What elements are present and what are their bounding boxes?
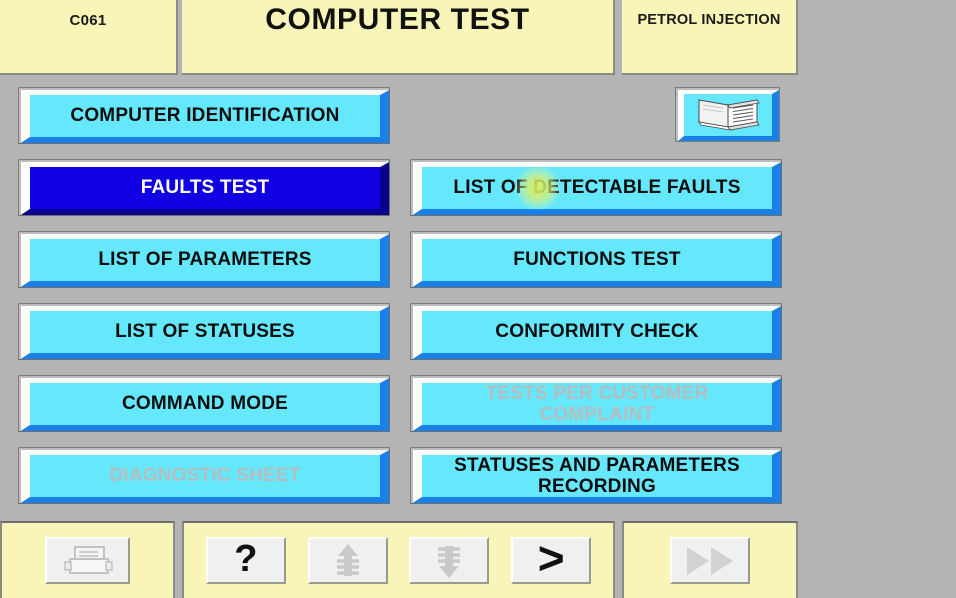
menu-button-list-of-parameters[interactable]: LIST OF PARAMETERS — [18, 231, 390, 288]
menu-button-computer-identification[interactable]: COMPUTER IDENTIFICATION — [18, 87, 390, 144]
menu-button-label: FUNCTIONS TEST — [513, 249, 681, 271]
printer-icon — [63, 545, 113, 574]
next-chevron-icon: > — [537, 531, 565, 584]
menu-button-label: COMPUTER IDENTIFICATION — [70, 105, 340, 127]
menu-button-label: FAULTS TEST — [140, 177, 270, 199]
button-face: CONFORMITY CHECK — [413, 306, 781, 359]
menu-button-functions-test[interactable]: FUNCTIONS TEST — [410, 231, 782, 288]
menu-button-faults-test[interactable]: FAULTS TEST — [18, 159, 390, 216]
header-code-panel: C061 — [0, 0, 178, 75]
documentation-book-button[interactable] — [675, 87, 780, 142]
header-title-panel: COMPUTER TEST — [182, 0, 615, 75]
menu-button-statuses-and-parameters-recording[interactable]: STATUSES AND PARAMETERS RECORDING — [410, 447, 782, 504]
button-face: COMMAND MODE — [21, 378, 389, 431]
menu-button-label: CONFORMITY CHECK — [495, 321, 699, 343]
button-face — [678, 90, 779, 141]
fast-forward-button — [670, 537, 750, 584]
header-code-text: C061 — [69, 12, 107, 29]
menu-button-label: LIST OF PARAMETERS — [98, 249, 312, 271]
menu-button-conformity-check[interactable]: CONFORMITY CHECK — [410, 303, 782, 360]
menu-button-label: COMMAND MODE — [122, 393, 288, 415]
button-face: TESTS PER CUSTOMER COMPLAINT — [413, 378, 781, 431]
header-system-panel: PETROL INJECTION — [622, 0, 798, 75]
page-down-icon — [438, 545, 461, 578]
button-face: LIST OF DETECTABLE FAULTS — [413, 162, 781, 215]
diagnostic-screen: C061 COMPUTER TEST PETROL INJECTION COMP… — [0, 0, 956, 598]
button-face: FUNCTIONS TEST — [413, 234, 781, 287]
open-book-icon — [698, 99, 760, 131]
toolbar-middle-panel: ? > — [182, 521, 615, 598]
help-button[interactable]: ? — [205, 537, 286, 584]
next-button[interactable]: > — [511, 531, 592, 584]
menu-button-list-of-statuses[interactable]: LIST OF STATUSES — [18, 303, 390, 360]
toolbar-left-panel — [0, 521, 175, 598]
toolbar-right-panel — [622, 521, 798, 598]
menu-button-list-of-detectable-faults[interactable]: LIST OF DETECTABLE FAULTS — [410, 159, 782, 216]
fast-forward-icon — [687, 546, 733, 575]
question-mark-icon: ? — [234, 538, 258, 580]
print-button — [45, 537, 130, 584]
menu-button-label: STATUSES AND PARAMETERS RECORDING — [454, 454, 740, 497]
page-up-icon — [336, 543, 359, 576]
menu-button-label: LIST OF STATUSES — [115, 321, 295, 343]
menu-button-label: DIAGNOSTIC SHEET — [109, 465, 301, 487]
button-face: COMPUTER IDENTIFICATION — [21, 90, 389, 143]
menu-button-tests-per-customer-complaint: TESTS PER CUSTOMER COMPLAINT — [410, 375, 782, 432]
header-system-text: PETROL INJECTION — [637, 12, 781, 28]
page-down-button — [409, 537, 490, 584]
button-face: FAULTS TEST — [21, 162, 389, 215]
page-up-button — [307, 537, 388, 584]
page-title: COMPUTER TEST — [265, 3, 530, 36]
menu-button-command-mode[interactable]: COMMAND MODE — [18, 375, 390, 432]
menu-button-label: LIST OF DETECTABLE FAULTS — [453, 177, 741, 199]
button-face: LIST OF PARAMETERS — [21, 234, 389, 287]
button-face: LIST OF STATUSES — [21, 306, 389, 359]
menu-button-diagnostic-sheet: DIAGNOSTIC SHEET — [18, 447, 390, 504]
button-face: DIAGNOSTIC SHEET — [21, 450, 389, 503]
button-face: STATUSES AND PARAMETERS RECORDING — [413, 450, 781, 503]
menu-button-label: TESTS PER CUSTOMER COMPLAINT — [485, 382, 709, 425]
